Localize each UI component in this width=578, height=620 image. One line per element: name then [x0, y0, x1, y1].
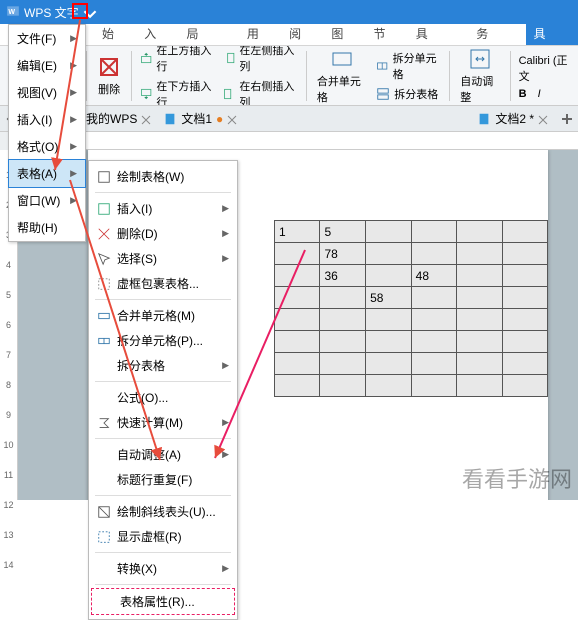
table-cell[interactable]: [411, 221, 457, 243]
close-icon[interactable]: [538, 114, 548, 124]
close-icon[interactable]: [141, 114, 151, 124]
app-menu: 文件(F)▶ 编辑(E)▶ 视图(V)▶ 插入(I)▶ 格式(O)▶ 表格(A)…: [8, 24, 86, 242]
table-cell[interactable]: [275, 243, 320, 265]
new-tab-icon[interactable]: [560, 112, 574, 126]
table-row: 58: [275, 287, 548, 309]
table-row: 15: [275, 221, 548, 243]
app-icon: W: [6, 4, 20, 21]
table-cell[interactable]: [502, 221, 547, 243]
menu-edit[interactable]: 编辑(E)▶: [9, 52, 85, 79]
menu-window[interactable]: 窗口(W)▶: [9, 187, 85, 214]
sub-split-cell[interactable]: 拆分单元格(P)...: [89, 328, 237, 353]
doc-tab-2[interactable]: 文档2 *: [477, 110, 548, 127]
workspace: 1234567891011121314 15 78 3648 58: [0, 132, 578, 500]
rb-delete[interactable]: 删除: [93, 53, 125, 99]
close-icon[interactable]: [227, 114, 237, 124]
table-cell[interactable]: [320, 287, 366, 309]
table-cell[interactable]: 58: [366, 287, 412, 309]
menu-format[interactable]: 格式(O)▶: [9, 133, 85, 160]
doc-tab-1[interactable]: 文档1 ●: [163, 110, 237, 127]
table-row: [275, 353, 548, 375]
table-cell[interactable]: [502, 265, 547, 287]
table-cell[interactable]: [502, 243, 547, 265]
table-cell[interactable]: 1: [275, 221, 320, 243]
table-cell[interactable]: [275, 287, 320, 309]
table-cell[interactable]: 78: [320, 243, 366, 265]
rb-insert-above[interactable]: 在上方插入行: [138, 46, 217, 75]
table-cell[interactable]: [457, 287, 502, 309]
table-cell[interactable]: [457, 265, 502, 287]
sub-merge[interactable]: 合并单元格(M): [89, 303, 237, 328]
table-cell[interactable]: [457, 243, 502, 265]
menu-file[interactable]: 文件(F)▶: [9, 25, 85, 52]
table-row: 78: [275, 243, 548, 265]
table-cell[interactable]: [502, 287, 547, 309]
document-tabs: 我的WPS 文档1 ● 文档2 *: [0, 106, 578, 132]
table-row: [275, 331, 548, 353]
sub-draw-table[interactable]: 绘制表格(W): [89, 164, 237, 189]
sub-convert[interactable]: 转换(X)▶: [89, 556, 237, 581]
sub-delete[interactable]: 删除(D)▶: [89, 221, 237, 246]
sub-split-tbl[interactable]: 拆分表格▶: [89, 353, 237, 378]
table-cell[interactable]: [275, 265, 320, 287]
sub-heading-repeat[interactable]: 标题行重复(F): [89, 467, 237, 492]
table-row: [275, 375, 548, 397]
sub-draw-diag[interactable]: 绘制斜线表头(U)...: [89, 499, 237, 524]
rb-font-group: Calibri (正文 B I: [517, 51, 574, 101]
sub-insert[interactable]: 插入(I)▶: [89, 196, 237, 221]
table-cell[interactable]: [411, 243, 457, 265]
rb-insert-right[interactable]: 在右侧插入列: [221, 77, 300, 107]
menu-view[interactable]: 视图(V)▶: [9, 79, 85, 106]
menu-table[interactable]: 表格(A)▶: [8, 159, 86, 188]
rb-font-select[interactable]: Calibri (正文: [517, 51, 574, 85]
document-table[interactable]: 15 78 36 48 58: [274, 220, 548, 397]
table-cell[interactable]: 36: [320, 265, 366, 287]
table-cell[interactable]: [366, 221, 412, 243]
table-submenu: 绘制表格(W) 插入(I)▶ 删除(D)▶ 选择(S)▶ 虚框包裹表格... 合…: [88, 160, 238, 620]
rb-split-cell[interactable]: 拆分单元格: [374, 49, 443, 83]
rb-split-tbl[interactable]: 拆分表格: [374, 85, 443, 103]
rb-insert-below[interactable]: 在下方插入行: [138, 77, 217, 107]
table-row: 36 48: [275, 265, 548, 287]
rb-insert-left[interactable]: 在左侧插入列: [221, 46, 300, 75]
sub-dashed-border[interactable]: 虚框包裹表格...: [89, 271, 237, 296]
ruler-horizontal: [18, 132, 578, 150]
watermark: 看看手游网: [462, 462, 572, 494]
table-cell[interactable]: 5: [320, 221, 366, 243]
table-cell[interactable]: 48: [411, 265, 457, 287]
table-cell[interactable]: [366, 265, 412, 287]
sub-quick-calc[interactable]: 快速计算(M)▶: [89, 410, 237, 435]
sub-select[interactable]: 选择(S)▶: [89, 246, 237, 271]
table-row: [275, 309, 548, 331]
annotation-mark-title: [72, 3, 88, 19]
titlebar: W WPS 文字: [0, 0, 578, 24]
rb-auto-adjust[interactable]: 自动调整: [456, 46, 504, 106]
sub-auto-adjust[interactable]: 自动调整(A)▶: [89, 442, 237, 467]
menu-help[interactable]: 帮助(H): [9, 214, 85, 241]
rb-merge[interactable]: 合并单元格: [313, 46, 370, 106]
sub-show-dashed[interactable]: 显示虚框(R): [89, 524, 237, 549]
table-cell[interactable]: [457, 221, 502, 243]
sub-formula[interactable]: 公式(O)...: [89, 385, 237, 410]
menu-insert[interactable]: 插入(I)▶: [9, 106, 85, 133]
app-title: WPS 文字: [24, 4, 79, 21]
ribbon-tabs: 开始 插入 页面布局 引用 审阅 视图 章节 开发工具 云服务 表格工具: [0, 24, 578, 46]
sub-table-props[interactable]: 表格属性(R)...: [91, 588, 235, 615]
table-cell[interactable]: [366, 243, 412, 265]
table-cell[interactable]: [411, 287, 457, 309]
ribbon-body: 刂|表格 删除 在上方插入行 在下方插入行 在左侧插入列 在右侧插入列 合并单元…: [0, 46, 578, 106]
svg-text:W: W: [8, 8, 15, 15]
rb-font-buttons[interactable]: B I: [517, 87, 574, 101]
